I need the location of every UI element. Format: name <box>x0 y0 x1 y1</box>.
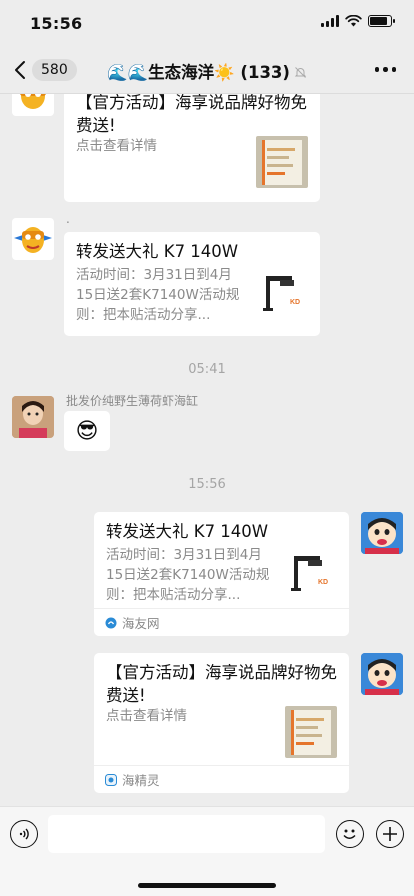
more-functions-button[interactable] <box>376 820 404 848</box>
source-app-icon <box>105 773 117 786</box>
smiley-icon <box>343 829 356 839</box>
card-thumbnail <box>256 136 308 188</box>
voice-wave-icon <box>19 828 29 840</box>
status-time: 15:56 <box>30 14 83 33</box>
card-description: 点击查看详情 <box>106 708 187 724</box>
girl-avatar-icon <box>12 396 54 438</box>
chat-header: 580 🌊🌊生态海洋☀️ (133) <box>0 46 414 94</box>
emoji-button[interactable] <box>336 820 364 848</box>
timestamp: 05:41 <box>188 362 226 377</box>
link-card-k7-promo-sent[interactable]: 转发送大礼 K7 140W 活动时间：3月31日到4月15日送2套K7140W活… <box>94 512 349 636</box>
status-icons <box>321 15 395 27</box>
message-list[interactable]: 【官方活动】海享说品牌好物免费送! 点击查看详情 . 转发送大礼 K7 140W… <box>0 94 414 806</box>
brand-mark: KD <box>318 579 328 586</box>
robot-avatar-icon <box>14 227 52 253</box>
my-avatar[interactable] <box>361 512 403 554</box>
message-text-input[interactable] <box>48 815 325 853</box>
link-card-official-activity-sent[interactable]: 【官方活动】海享说品牌好物免费送! 点击查看详情 海精灵 <box>94 653 349 793</box>
lamp-product-thumbnail: KD <box>263 276 300 311</box>
card-title: 转发送大礼 K7 140W <box>76 242 239 261</box>
link-card-official-activity[interactable]: 【官方活动】海享说品牌好物免费送! 点击查看详情 <box>64 94 320 202</box>
sunglasses-emoji: 😎 <box>75 418 99 444</box>
robot-avatar-icon <box>20 94 46 109</box>
card-description: 活动时间：3月31日到4月15日送2套K7140W活动规则：把本贴活动分享... <box>106 547 270 603</box>
card-description: 点击查看详情 <box>76 138 157 154</box>
sender-avatar[interactable] <box>12 396 54 438</box>
chat-title: 🌊🌊生态海洋☀️ (133) <box>0 59 414 83</box>
home-indicator <box>138 883 276 888</box>
brand-mark: KD <box>290 299 300 306</box>
more-options-button[interactable] <box>374 67 396 72</box>
source-name: 海友网 <box>122 616 160 631</box>
cartoon-avatar-icon <box>361 512 403 554</box>
card-title: 转发送大礼 K7 140W <box>106 522 269 541</box>
card-title: 【官方活动】海享说品牌好物免费送! <box>106 663 337 705</box>
timestamp: 15:56 <box>188 477 226 492</box>
plus-icon <box>383 827 397 841</box>
message-input-bar <box>0 806 414 896</box>
card-title: 【官方活动】海享说品牌好物免费送! <box>76 94 307 135</box>
sender-name: 批发价纯野生薄荷虾海缸 <box>66 394 199 408</box>
group-name: 🌊🌊生态海洋☀️ (133) <box>107 63 290 82</box>
source-app-icon <box>105 617 117 628</box>
card-thumbnail <box>285 706 337 758</box>
link-card-k7-promo[interactable]: 转发送大礼 K7 140W 活动时间：3月31日到4月15日送2套K7140W活… <box>64 232 320 336</box>
mute-bell-icon <box>294 67 307 78</box>
wifi-icon <box>345 15 362 27</box>
signal-icon <box>321 15 339 27</box>
voice-input-button[interactable] <box>10 820 38 848</box>
lamp-product-thumbnail: KD <box>291 556 328 591</box>
battery-icon <box>368 15 395 27</box>
sender-name: . <box>66 212 70 226</box>
sender-avatar[interactable] <box>12 218 54 260</box>
status-bar: 15:56 <box>0 0 414 46</box>
emoji-message[interactable]: 😎 <box>64 411 110 451</box>
card-source: 海精灵 <box>94 765 349 793</box>
cartoon-avatar-icon <box>361 653 403 695</box>
my-avatar[interactable] <box>361 653 403 695</box>
card-source: 海友网 <box>94 608 349 636</box>
card-description: 活动时间：3月31日到4月15日送2套K7140W活动规则：把本贴活动分享... <box>76 267 240 323</box>
source-name: 海精灵 <box>122 773 160 788</box>
sender-avatar[interactable] <box>12 94 54 116</box>
